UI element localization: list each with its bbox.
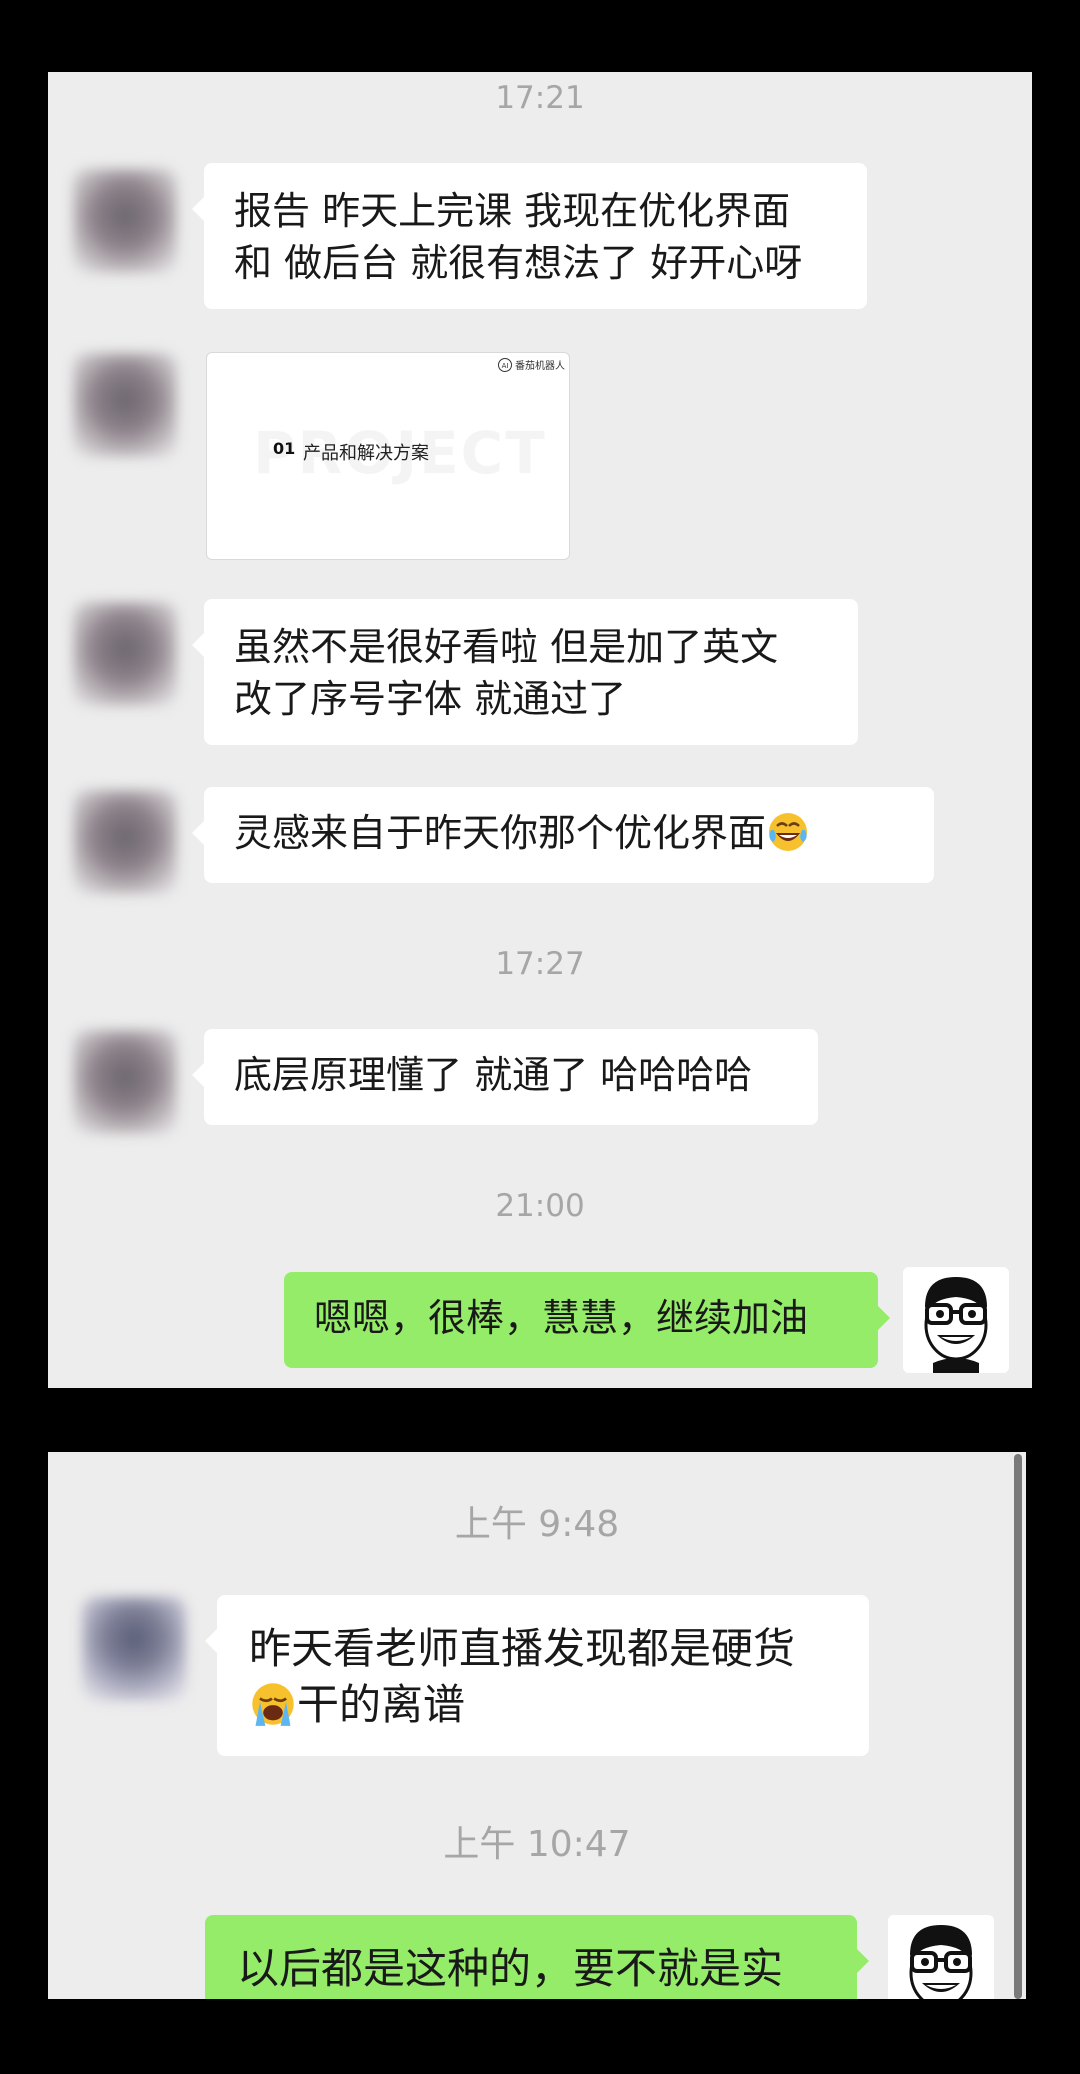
chat-bubble-incoming[interactable]: 灵感来自于昨天你那个优化界面 — [192, 787, 934, 883]
contact-avatar[interactable] — [73, 602, 177, 706]
loudly-crying-face-icon — [252, 1683, 294, 1726]
message-line: 报告 昨天上完课 我现在优化界面 — [234, 189, 791, 233]
chat-bubble-incoming[interactable]: 报告 昨天上完课 我现在优化界面 和 做后台 就很有想法了 好开心呀 — [192, 163, 867, 309]
image-section-number: 01 — [273, 439, 296, 458]
message-line-with-emoji: 干的离谱 — [249, 1677, 837, 1733]
chat-screenshot-2: 上午 9:48 昨天看老师直播发现都是硬货 干的离谱 上午 10:47 以后都是… — [48, 1452, 1026, 1999]
message-line: 昨天看老师直播发现都是硬货 — [249, 1624, 796, 1673]
chat-bubble-incoming[interactable]: 虽然不是很好看啦 但是加了英文 改了序号字体 就通过了 — [192, 599, 858, 745]
chat-bubble-incoming[interactable]: 昨天看老师直播发现都是硬货 干的离谱 — [205, 1595, 869, 1756]
message-text: 干的离谱 — [297, 1680, 466, 1729]
timestamp: 21:00 — [495, 1188, 585, 1224]
timestamp: 上午 9:48 — [454, 1504, 620, 1545]
message-text: 以后都是这种的，要不就是实 — [237, 1944, 784, 1993]
message-line: 虽然不是很好看啦 但是加了英文 — [234, 625, 779, 669]
contact-avatar[interactable] — [82, 1597, 186, 1701]
message-text: 底层原理懂了 就通了 哈哈哈哈 — [234, 1053, 753, 1097]
chat-bubble-incoming[interactable]: 底层原理懂了 就通了 哈哈哈哈 — [192, 1029, 818, 1125]
self-avatar[interactable] — [888, 1915, 994, 1999]
image-logo-text: 番茄机器人 — [515, 361, 565, 372]
image-logo: AI 番茄机器人 — [498, 357, 565, 372]
image-message[interactable]: PROJECT 01 产品和解决方案 AI 番茄机器人 — [206, 352, 570, 560]
image-section-title: 产品和解决方案 — [303, 443, 429, 464]
contact-avatar[interactable] — [73, 790, 177, 894]
message-text: 灵感来自于昨天你那个优化界面 — [234, 811, 767, 855]
timestamp: 17:21 — [495, 80, 585, 116]
timestamp: 17:27 — [495, 946, 585, 982]
timestamp: 上午 10:47 — [443, 1824, 631, 1865]
contact-avatar[interactable] — [73, 169, 177, 273]
contact-avatar[interactable] — [73, 1030, 177, 1134]
message-line: 改了序号字体 就通过了 — [234, 677, 627, 721]
contact-avatar[interactable] — [73, 353, 177, 457]
scrollbar[interactable] — [1014, 1454, 1022, 1999]
message-text: 嗯嗯，很棒，慧慧，继续加油 — [314, 1296, 809, 1340]
chat-bubble-outgoing[interactable]: 嗯嗯，很棒，慧慧，继续加油 — [284, 1272, 890, 1368]
self-avatar[interactable] — [903, 1267, 1009, 1373]
robot-logo-icon: AI — [498, 357, 512, 372]
face-with-tears-of-joy-icon — [769, 813, 808, 851]
cartoon-glasses-man-avatar-icon — [888, 1915, 994, 1999]
message-line: 和 做后台 就很有想法了 好开心呀 — [234, 241, 803, 285]
chat-bubble-outgoing[interactable]: 以后都是这种的，要不就是实 — [205, 1915, 869, 1999]
chat-screenshot-1: 17:21 报告 昨天上完课 我现在优化界面 和 做后台 就很有想法了 好开心呀… — [48, 72, 1032, 1388]
cartoon-glasses-man-avatar-icon — [903, 1267, 1009, 1373]
